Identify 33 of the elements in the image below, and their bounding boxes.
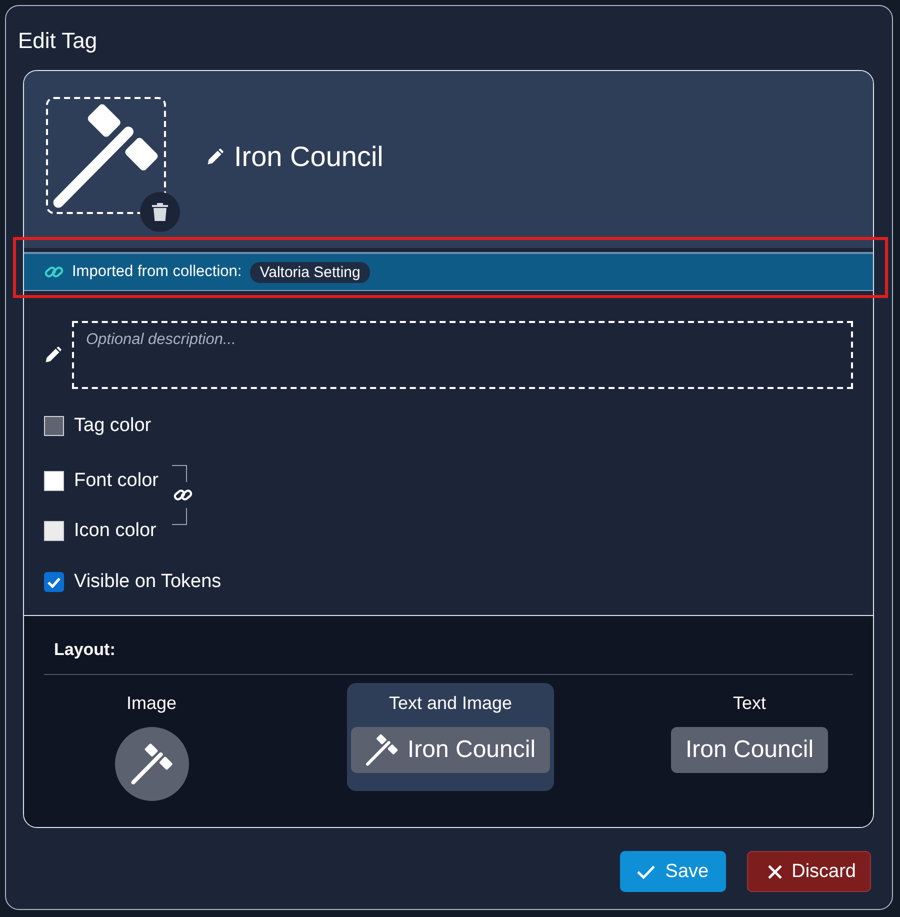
color-swatch[interactable] xyxy=(44,521,64,541)
layout-option-label: Text and Image xyxy=(388,692,512,715)
color-swatch[interactable] xyxy=(44,416,64,436)
layout-heading: Layout: xyxy=(54,640,116,660)
layout-option-label: Image xyxy=(126,692,177,715)
gavel-icon xyxy=(365,733,400,767)
layout-option[interactable]: Text and Image Iron Council xyxy=(347,683,554,791)
layout-option[interactable]: Image xyxy=(48,683,255,819)
color-swatch[interactable] xyxy=(44,471,64,491)
tag-preview-text: Iron Council xyxy=(407,736,536,764)
layout-option-label: Text xyxy=(732,692,766,715)
color-label: Icon color xyxy=(74,520,156,542)
color-label: Font color xyxy=(74,470,158,492)
import-label: Imported from collection: xyxy=(72,263,242,281)
checkmark-icon xyxy=(47,576,61,588)
gavel-icon xyxy=(130,742,174,786)
link-bracket[interactable] xyxy=(172,465,194,525)
close-icon xyxy=(768,864,782,878)
check-icon xyxy=(637,864,656,878)
save-button[interactable]: Save xyxy=(620,851,726,892)
layout-option[interactable]: Text Iron Council xyxy=(646,683,853,791)
edit-description-icon[interactable] xyxy=(44,346,62,364)
color-label: Tag color xyxy=(74,415,152,437)
discard-button[interactable]: Discard xyxy=(746,851,871,892)
description-field[interactable]: Optional description... xyxy=(72,321,853,389)
tag-name[interactable]: Iron Council xyxy=(234,140,384,172)
checkbox-label: Visible on Tokens xyxy=(74,571,222,593)
edit-name-icon[interactable] xyxy=(206,148,224,166)
delete-image-button[interactable] xyxy=(140,192,180,232)
checkbox[interactable] xyxy=(44,572,64,592)
collection-tag: Valtoria Setting xyxy=(250,262,370,282)
tag-preview: Iron Council xyxy=(671,727,828,773)
trash-icon xyxy=(151,202,169,222)
